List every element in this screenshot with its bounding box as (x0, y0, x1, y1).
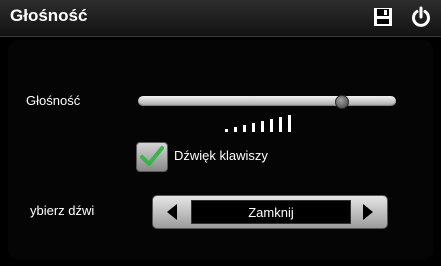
volume-label: Głośność (26, 93, 81, 108)
page-title: Głośność (10, 6, 88, 25)
save-button[interactable] (372, 6, 394, 28)
previous-sound-button[interactable] (161, 202, 183, 222)
arrow-right-icon (363, 204, 373, 220)
arrow-left-icon (167, 204, 177, 220)
key-sound-label: Dźwięk klawiszy (174, 148, 268, 163)
save-icon (374, 8, 392, 26)
sound-selector: Zamknij (152, 195, 388, 229)
power-icon (412, 6, 430, 27)
header-bar: Głośność (0, 0, 441, 37)
volume-level-indicator (225, 114, 295, 132)
sound-value: Zamknij (191, 200, 351, 224)
sound-select-label: ybierz dźwi (30, 203, 95, 218)
checkmark-icon (140, 146, 164, 166)
power-button[interactable] (410, 6, 432, 28)
volume-slider-knob[interactable] (334, 95, 349, 109)
key-sound-checkbox[interactable] (136, 142, 168, 172)
next-sound-button[interactable] (357, 202, 379, 222)
volume-slider[interactable] (138, 95, 396, 109)
